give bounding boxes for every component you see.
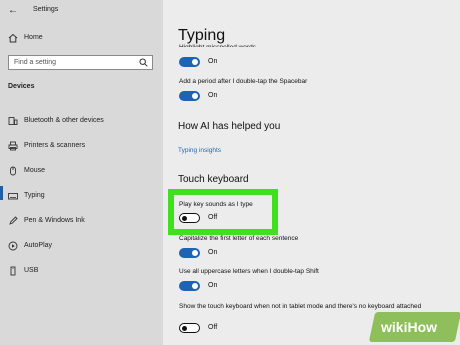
search-placeholder: Find a setting — [14, 59, 57, 66]
home-icon — [8, 33, 18, 43]
toggle-knob — [182, 215, 187, 221]
sidebar-item-bluetooth[interactable]: Bluetooth & other devices — [0, 110, 163, 132]
toggle-capitalize-first[interactable] — [179, 248, 200, 258]
sidebar-item-label: Typing — [24, 192, 45, 199]
sidebar-item-label: USB — [24, 267, 39, 274]
setting-label: Show the touch keyboard when not in tabl… — [179, 303, 422, 310]
setting-label: Play key sounds as I type — [179, 201, 253, 208]
usb-icon — [8, 266, 18, 276]
toggle-state: On — [208, 92, 218, 99]
toggle-state: On — [208, 249, 218, 256]
title-bar: ← Settings — [0, 0, 163, 22]
toggle-show-touch-keyboard[interactable] — [179, 323, 200, 333]
setting-label: Use all uppercase letters when I double-… — [179, 268, 319, 275]
search-input[interactable]: Find a setting — [8, 55, 153, 70]
typing-insights-link[interactable]: Typing insights — [178, 147, 221, 154]
toggle-state: Off — [208, 324, 218, 331]
sidebar-item-label: Bluetooth & other devices — [24, 117, 104, 124]
toggle-uppercase-shift[interactable] — [179, 281, 200, 291]
sidebar-item-usb[interactable]: USB — [0, 260, 163, 282]
sidebar-section-devices: Devices — [8, 83, 35, 90]
sidebar-item-label: Pen & Windows Ink — [24, 217, 85, 224]
search-icon[interactable] — [139, 58, 148, 67]
sidebar-item-pen[interactable]: Pen & Windows Ink — [0, 210, 163, 232]
sidebar-item-mouse[interactable]: Mouse — [0, 160, 163, 182]
section-heading-touch-keyboard: Touch keyboard — [178, 174, 249, 185]
mouse-icon — [8, 166, 18, 176]
highlight-box — [168, 189, 278, 235]
back-arrow-icon[interactable]: ← — [8, 5, 18, 16]
setting-label-partial: Highlight misspelled words — [179, 41, 256, 47]
keyboard-icon — [8, 191, 18, 201]
sidebar-item-autoplay[interactable]: AutoPlay — [0, 235, 163, 257]
toggle-knob — [192, 250, 198, 256]
bluetooth-icon — [8, 116, 18, 126]
sidebar: ← Settings Home Find a setting Devices B… — [0, 0, 163, 345]
toggle-highlight-misspelled[interactable] — [179, 57, 200, 67]
sidebar-item-label: AutoPlay — [24, 242, 53, 249]
autoplay-icon — [8, 241, 18, 251]
sidebar-item-label: Mouse — [24, 167, 46, 174]
sidebar-item-home[interactable]: Home — [0, 27, 163, 49]
toggle-state: Off — [208, 214, 218, 221]
pen-icon — [8, 216, 18, 226]
printer-icon — [8, 141, 18, 151]
toggle-knob — [192, 59, 198, 65]
toggle-state: On — [208, 282, 218, 289]
toggle-key-sounds[interactable] — [179, 213, 200, 223]
sidebar-item-label: Printers & scanners — [24, 142, 86, 149]
toggle-state: On — [208, 58, 218, 65]
sidebar-item-label: Home — [24, 34, 43, 41]
toggle-knob — [182, 325, 187, 331]
section-heading-ai: How AI has helped you — [178, 121, 281, 132]
watermark-text: wikiHow — [381, 319, 438, 335]
main-panel — [163, 0, 460, 345]
toggle-knob — [192, 283, 198, 289]
setting-label: Capitalize the first letter of each sent… — [179, 235, 299, 242]
toggle-knob — [192, 93, 198, 99]
toggle-period-double-tap[interactable] — [179, 91, 200, 101]
app-title: Settings — [33, 6, 59, 13]
setting-label: Add a period after I double-tap the Spac… — [179, 78, 308, 85]
sidebar-item-typing[interactable]: Typing — [0, 185, 163, 207]
sidebar-item-printers[interactable]: Printers & scanners — [0, 135, 163, 157]
